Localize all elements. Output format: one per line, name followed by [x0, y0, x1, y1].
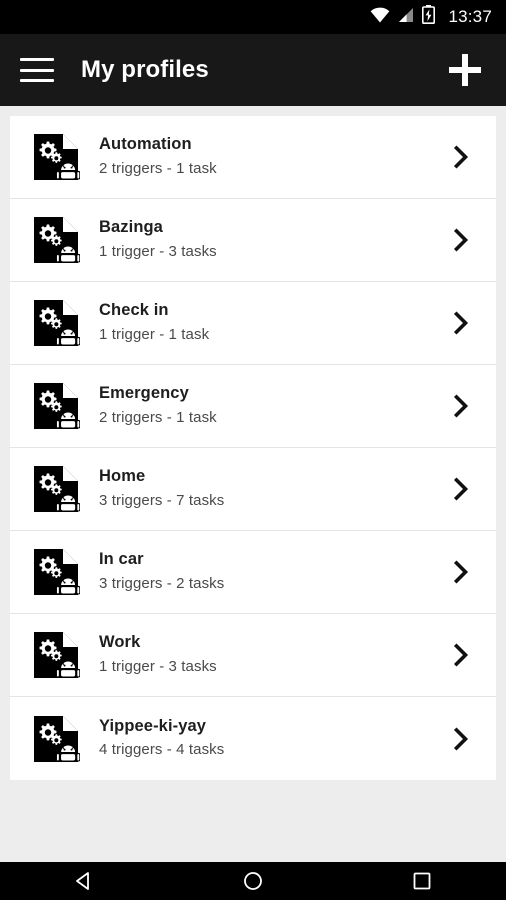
profile-document-gear-android-icon — [32, 381, 81, 431]
profile-text: In car 3 triggers - 2 tasks — [99, 549, 448, 594]
profile-summary: 3 triggers - 2 tasks — [99, 574, 225, 592]
profile-list-item[interactable]: Home 3 triggers - 7 tasks — [10, 448, 496, 531]
profile-document-gear-android-icon — [32, 547, 81, 597]
profile-document-gear-android-icon — [32, 132, 81, 182]
profile-summary: 2 triggers - 1 task — [99, 408, 217, 426]
chevron-right-icon[interactable] — [448, 559, 474, 585]
profile-document-gear-android-icon — [34, 134, 81, 180]
profile-document-gear-android-icon — [34, 715, 81, 762]
profile-list-item[interactable]: Work 1 trigger - 3 tasks — [10, 614, 496, 697]
profile-text: Check in 1 trigger - 1 task — [99, 300, 448, 345]
profile-name: Bazinga — [99, 218, 163, 237]
profile-list-item[interactable]: Emergency 2 triggers - 1 task — [10, 365, 496, 448]
chevron-right-icon[interactable] — [448, 726, 474, 752]
home-icon[interactable] — [169, 862, 338, 900]
recents-icon[interactable] — [337, 862, 506, 900]
profile-summary: 1 trigger - 3 tasks — [99, 657, 217, 675]
chevron-right-icon — [453, 228, 469, 252]
page-title: My profiles — [81, 56, 209, 83]
profile-name: Automation — [99, 135, 192, 154]
profile-summary: 4 triggers - 4 tasks — [99, 741, 225, 759]
chevron-right-icon — [453, 560, 469, 584]
profile-text: Work 1 trigger - 3 tasks — [99, 632, 448, 677]
signal-icon — [397, 7, 415, 28]
content-area: Automation 2 triggers - 1 task Bazinga 1 t… — [0, 106, 506, 862]
status-bar-clock: 13:37 — [448, 7, 492, 26]
profile-summary: 2 triggers - 1 task — [99, 159, 217, 177]
profile-text: Bazinga 1 trigger - 3 tasks — [99, 217, 448, 262]
profile-name: Home — [99, 467, 146, 486]
profile-document-gear-android-icon — [32, 215, 81, 265]
profile-list: Automation 2 triggers - 1 task Bazinga 1 t… — [10, 116, 496, 780]
profile-text: Automation 2 triggers - 1 task — [99, 134, 448, 179]
profile-list-item[interactable]: In car 3 triggers - 2 tasks — [10, 531, 496, 614]
profile-document-gear-android-icon — [34, 549, 81, 595]
profile-summary: 1 trigger - 3 tasks — [99, 242, 217, 260]
profile-text: Home 3 triggers - 7 tasks — [99, 466, 448, 511]
status-bar-icons — [370, 5, 436, 29]
status-bar: 13:37 — [0, 0, 506, 34]
profile-list-item[interactable]: Bazinga 1 trigger - 3 tasks — [10, 199, 496, 282]
profile-document-gear-android-icon — [34, 300, 81, 346]
profile-list-item[interactable]: Check in 1 trigger - 1 task — [10, 282, 496, 365]
profile-name: Yippee-ki-yay — [99, 716, 207, 735]
chevron-right-icon — [453, 145, 469, 169]
chevron-right-icon[interactable] — [448, 227, 474, 253]
profile-summary: 3 triggers - 7 tasks — [99, 491, 225, 509]
profile-summary: 1 trigger - 1 task — [99, 325, 210, 343]
profile-document-gear-android-icon — [32, 464, 81, 514]
hamburger-menu-icon[interactable] — [20, 58, 54, 82]
profile-list-item[interactable]: Yippee-ki-yay 4 triggers - 4 tasks — [10, 697, 496, 780]
profile-name: In car — [99, 550, 144, 569]
battery-charging-icon — [422, 5, 436, 29]
chevron-right-icon[interactable] — [448, 476, 474, 502]
profile-name: Check in — [99, 301, 169, 320]
chevron-right-icon — [453, 726, 469, 751]
hamburger-bar — [20, 79, 54, 82]
profile-document-gear-android-icon — [34, 632, 81, 678]
profile-document-gear-android-icon — [34, 217, 81, 263]
hamburger-bar — [20, 68, 54, 72]
chevron-right-icon — [453, 311, 469, 335]
phone-screen: 13:37 My profiles Automation 2 triggers -… — [0, 0, 506, 900]
profile-document-gear-android-icon — [32, 630, 81, 680]
profile-text: Yippee-ki-yay 4 triggers - 4 tasks — [99, 716, 448, 761]
hamburger-bar — [20, 58, 54, 61]
profile-name: Work — [99, 633, 141, 652]
chevron-right-icon[interactable] — [448, 310, 474, 336]
profile-text: Emergency 2 triggers - 1 task — [99, 383, 448, 428]
chevron-right-icon[interactable] — [448, 393, 474, 419]
add-profile-button[interactable] — [444, 49, 486, 91]
chevron-right-icon — [453, 394, 469, 418]
profile-document-gear-android-icon — [34, 466, 81, 512]
wifi-icon — [370, 7, 390, 28]
profile-document-gear-android-icon — [32, 298, 81, 348]
back-icon[interactable] — [0, 862, 169, 900]
app-toolbar: My profiles — [0, 34, 506, 106]
profile-document-gear-android-icon — [34, 383, 81, 429]
android-navigation-bar — [0, 862, 506, 900]
profile-document-gear-android-icon — [32, 714, 81, 764]
profile-list-item[interactable]: Automation 2 triggers - 1 task — [10, 116, 496, 199]
chevron-right-icon[interactable] — [448, 144, 474, 170]
profile-name: Emergency — [99, 384, 189, 403]
chevron-right-icon — [453, 643, 469, 667]
chevron-right-icon — [453, 477, 469, 501]
chevron-right-icon[interactable] — [448, 642, 474, 668]
